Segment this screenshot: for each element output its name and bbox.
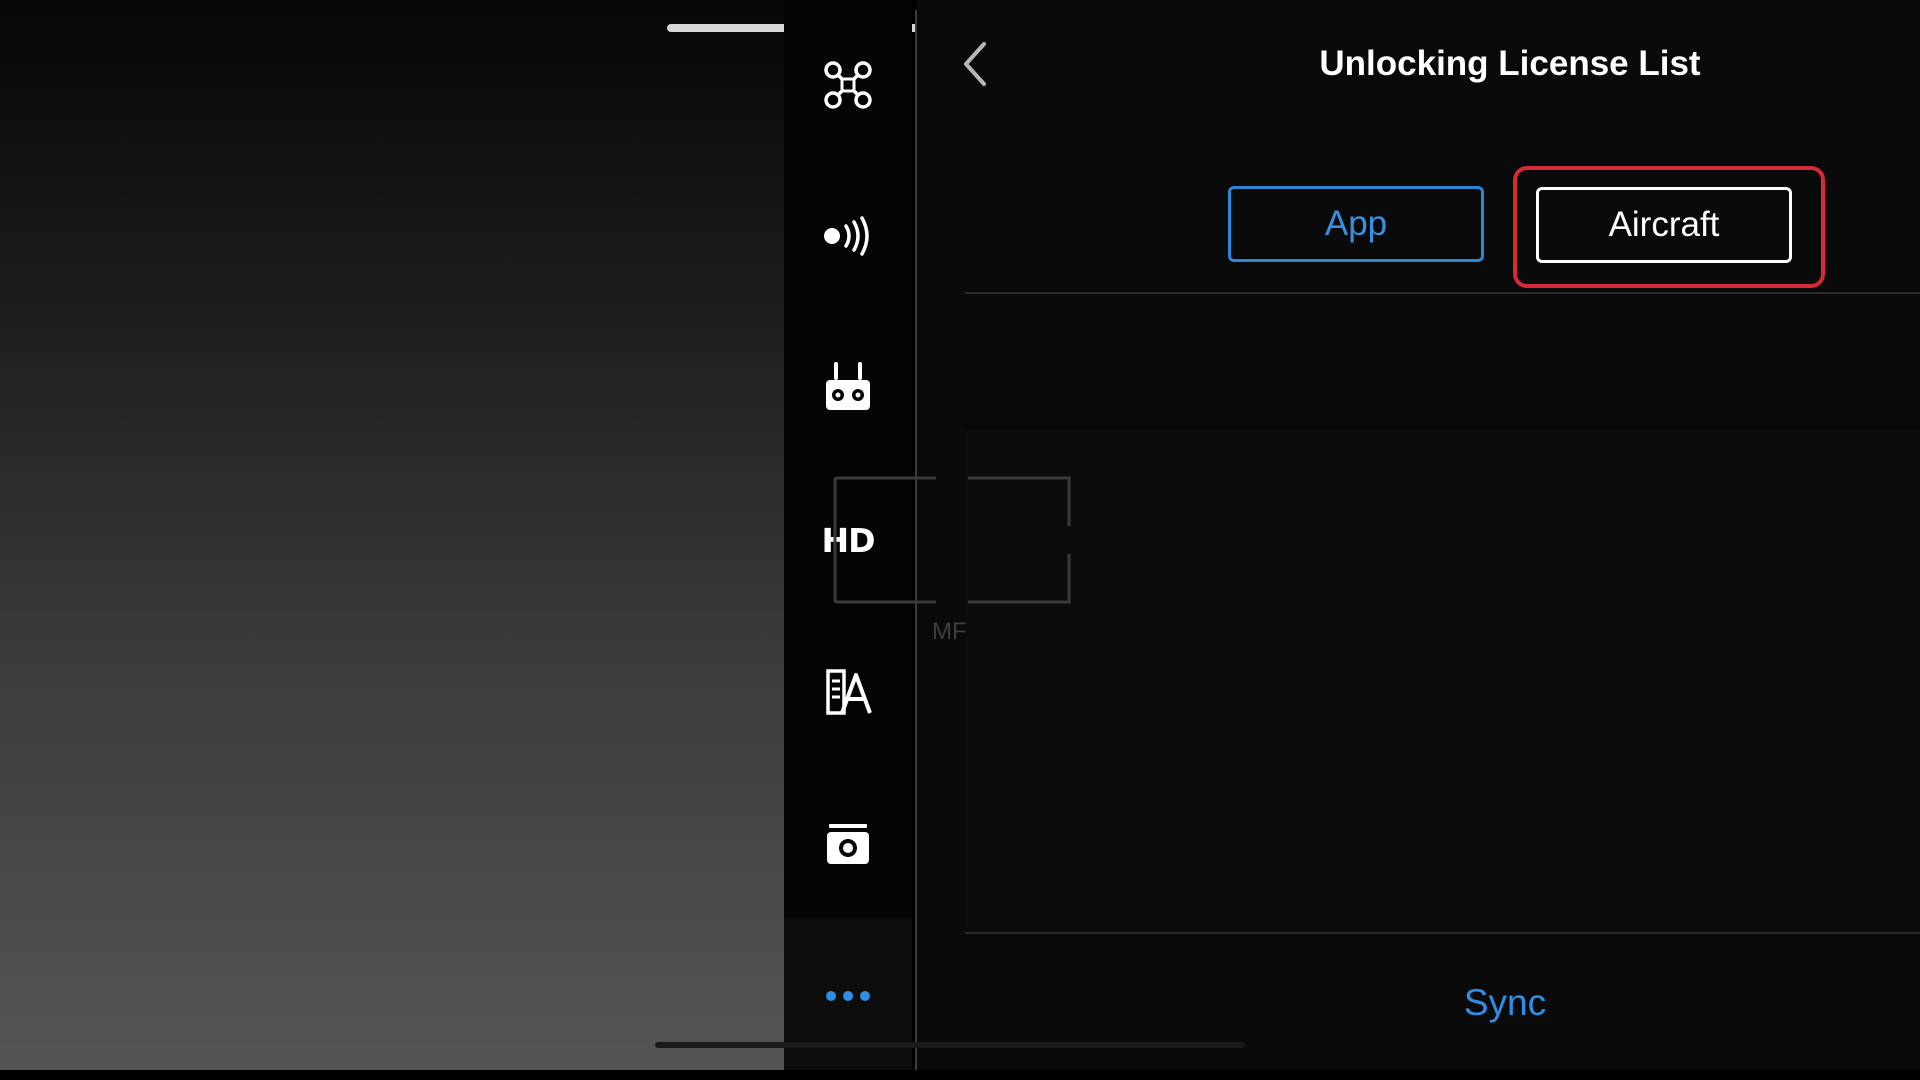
tab-aircraft[interactable]: Aircraft	[1536, 187, 1792, 263]
more-dots-icon	[825, 990, 871, 1002]
camera-icon	[825, 822, 871, 868]
sidebar-item-remote-controller[interactable]	[784, 338, 912, 438]
tabs-divider	[965, 292, 1920, 294]
sidebar-item-aircraft[interactable]	[784, 35, 912, 135]
settings-sidebar: HD	[784, 0, 912, 1070]
sync-button[interactable]: Sync	[1400, 975, 1610, 1031]
back-button[interactable]	[950, 38, 1000, 94]
hd-icon: HD	[821, 520, 875, 560]
horizontal-scrollbar	[655, 1042, 1245, 1048]
page-title: Unlocking License List	[1319, 44, 1701, 83]
focus-mode-label: MF	[932, 618, 967, 645]
screen: HD Unlocking License List App Aircraft M…	[0, 0, 1920, 1080]
tab-app[interactable]: App	[1228, 186, 1484, 262]
camera-view	[0, 0, 784, 1070]
battery-flag-icon	[824, 667, 872, 717]
sidebar-item-more[interactable]	[784, 946, 912, 1046]
signal-waves-icon	[822, 216, 874, 256]
license-list-header-band	[965, 296, 1920, 430]
panel-divider	[915, 10, 917, 1070]
sidebar-item-battery[interactable]	[784, 642, 912, 742]
sidebar-item-sensors[interactable]	[784, 186, 912, 286]
footer-divider	[965, 932, 1920, 934]
screen-bottom-edge	[0, 1070, 1920, 1080]
sidebar-item-camera[interactable]	[784, 795, 912, 895]
sidebar-item-hd[interactable]: HD	[784, 490, 912, 590]
remote-controller-icon	[824, 362, 872, 414]
drone-icon	[823, 60, 873, 110]
chevron-left-icon	[960, 40, 990, 93]
